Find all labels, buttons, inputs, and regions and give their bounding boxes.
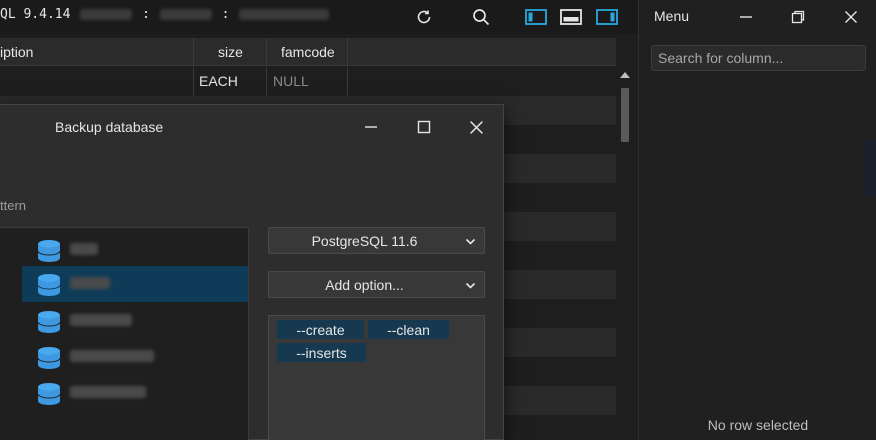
column-divider bbox=[266, 67, 267, 96]
minimize-icon[interactable] bbox=[735, 6, 757, 28]
no-row-selected-status: No row selected bbox=[707, 417, 809, 433]
menu-button[interactable]: Menu bbox=[654, 8, 689, 24]
refresh-icon[interactable] bbox=[413, 6, 435, 28]
database-name: db1 bbox=[70, 243, 98, 255]
table-row[interactable]: EACH NULL bbox=[0, 67, 616, 96]
select-value: Add option... bbox=[325, 277, 404, 293]
column-search-input[interactable] bbox=[651, 45, 866, 71]
scroll-thumb[interactable] bbox=[621, 88, 629, 142]
maximize-icon[interactable] bbox=[413, 116, 435, 138]
layout-left-panel-icon[interactable] bbox=[525, 6, 547, 28]
background-window-edge bbox=[865, 140, 876, 196]
add-option-select[interactable]: Add option... bbox=[268, 271, 485, 298]
option-chip-create[interactable]: --create bbox=[277, 320, 364, 339]
vertical-scrollbar[interactable] bbox=[617, 72, 633, 440]
backup-database-dialog: Backup database ttern db1 db2 bbox=[0, 104, 504, 440]
column-header-famcode[interactable]: famcode bbox=[281, 44, 335, 60]
list-item[interactable]: db5 bbox=[22, 375, 248, 411]
option-chip-clean[interactable]: --clean bbox=[368, 320, 449, 339]
list-item[interactable]: db1 bbox=[22, 232, 248, 268]
chevron-down-icon bbox=[465, 238, 476, 245]
list-item[interactable]: db3 bbox=[22, 303, 248, 339]
grid-header: iption size famcode bbox=[0, 38, 616, 66]
title-separator: : bbox=[142, 7, 150, 22]
column-divider[interactable] bbox=[266, 38, 267, 66]
restore-icon[interactable] bbox=[787, 6, 809, 28]
database-icon bbox=[37, 347, 61, 369]
list-item[interactable]: db2 bbox=[22, 266, 248, 302]
column-header-description[interactable]: iption bbox=[0, 44, 33, 60]
cell-size[interactable]: EACH bbox=[199, 73, 238, 89]
column-divider bbox=[347, 67, 348, 96]
database-name: db3 bbox=[70, 314, 132, 326]
chevron-down-icon bbox=[465, 282, 476, 289]
column-divider[interactable] bbox=[347, 38, 348, 66]
layout-bottom-panel-icon[interactable] bbox=[560, 6, 582, 28]
select-value: PostgreSQL 11.6 bbox=[311, 233, 418, 249]
database-name: db4 bbox=[70, 350, 154, 362]
postgres-version-select[interactable]: PostgreSQL 11.6 bbox=[268, 227, 485, 254]
redacted-host bbox=[80, 9, 133, 20]
close-icon[interactable] bbox=[465, 116, 487, 138]
connection-version: QL 9.4.14 bbox=[0, 7, 71, 22]
right-panel: Menu No row selected bbox=[638, 0, 876, 440]
database-icon bbox=[37, 383, 61, 405]
database-name: db5 bbox=[70, 386, 146, 398]
search-icon[interactable] bbox=[470, 6, 492, 28]
database-name: db2 bbox=[70, 277, 110, 289]
database-icon bbox=[37, 311, 61, 333]
column-header-size[interactable]: size bbox=[218, 44, 243, 60]
close-icon[interactable] bbox=[840, 6, 862, 28]
title-separator: : bbox=[221, 7, 230, 22]
scroll-up-arrow-icon[interactable] bbox=[620, 72, 630, 78]
database-icon bbox=[37, 274, 61, 296]
dialog-title: Backup database bbox=[55, 119, 164, 135]
redacted-port bbox=[159, 9, 212, 20]
minimize-icon[interactable] bbox=[360, 116, 382, 138]
column-divider bbox=[193, 67, 194, 96]
option-chip-inserts[interactable]: --inserts bbox=[277, 343, 366, 362]
column-divider[interactable] bbox=[193, 38, 194, 66]
cell-famcode[interactable]: NULL bbox=[273, 73, 309, 89]
pattern-label: ttern bbox=[0, 198, 27, 213]
database-icon bbox=[37, 240, 61, 262]
list-item[interactable]: db4 bbox=[22, 339, 248, 375]
connection-title: QL 9.4.14 : : bbox=[0, 7, 331, 22]
database-list: db1 db2 db3 db4 bbox=[0, 227, 249, 440]
selected-options-box: --create --clean --inserts bbox=[268, 315, 485, 440]
redacted-database bbox=[239, 9, 330, 20]
layout-right-panel-icon[interactable] bbox=[596, 6, 618, 28]
toolbar: QL 9.4.14 : : bbox=[0, 0, 638, 34]
